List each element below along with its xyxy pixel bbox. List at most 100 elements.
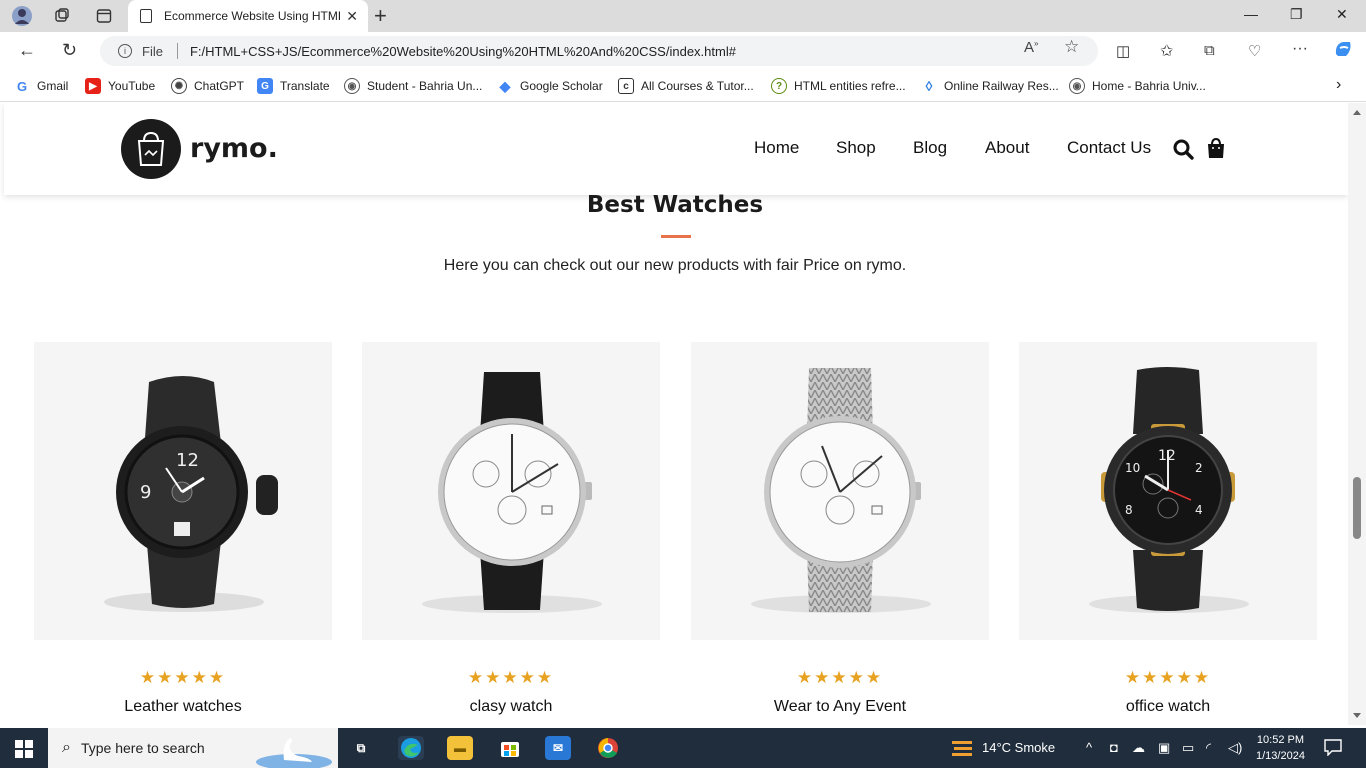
bookmark-label: ChatGPT <box>194 79 245 93</box>
product-card[interactable]: 12 10 2 8 4 ★★★★★ office watch <box>1019 342 1317 716</box>
document-icon <box>140 9 152 23</box>
windows-taskbar: ⌕ Type here to search ⧉ ▬ ✉ 14°C Smoke ^… <box>0 728 1366 768</box>
nav-home[interactable]: Home <box>754 138 799 158</box>
more-bookmarks-chevron-icon[interactable]: › <box>1336 76 1341 94</box>
profile-avatar-icon[interactable] <box>10 4 34 28</box>
windows-start-icon[interactable] <box>15 740 33 763</box>
bookmark-label: Google Scholar <box>520 79 603 93</box>
settings-more-icon[interactable]: ··· <box>1292 40 1308 58</box>
bookmark-gmail[interactable]: G Gmail <box>14 78 68 94</box>
site-logo-text[interactable]: rymo. <box>190 133 278 164</box>
weather-text[interactable]: 14°C Smoke <box>982 740 1055 755</box>
product-name[interactable]: office watch <box>1019 698 1317 716</box>
meet-now-icon[interactable]: ◘ <box>1110 740 1118 755</box>
nav-blog[interactable]: Blog <box>913 138 947 158</box>
product-name[interactable]: clasy watch <box>362 698 660 716</box>
bookmark-student-bahria[interactable]: ◉ Student - Bahria Un... <box>344 78 482 94</box>
product-card[interactable]: 12 9 ★★★★★ Leather watches <box>34 342 332 716</box>
svg-text:9: 9 <box>140 482 151 503</box>
battery-icon[interactable]: ▭ <box>1182 740 1194 756</box>
favorite-star-icon[interactable]: ☆ <box>1064 37 1079 57</box>
section-subtitle: Here you can check out our new products … <box>443 257 907 274</box>
tab-title: Ecommerce Website Using HTML <box>164 9 340 23</box>
bahria-logo-icon: ◉ <box>1069 78 1085 94</box>
translate-icon: G <box>257 78 273 94</box>
scroll-up-arrow-icon[interactable] <box>1353 110 1361 115</box>
browser-essentials-icon[interactable]: ♡ <box>1248 42 1261 60</box>
page-viewport: rymo. Home Shop Blog About Contact Us Be… <box>0 103 1366 725</box>
bookmark-html-entities[interactable]: ? HTML entities refre... <box>771 78 906 94</box>
product-image[interactable]: 12 10 2 8 4 <box>1019 342 1317 640</box>
product-image[interactable] <box>362 342 660 640</box>
bookmark-youtube[interactable]: ▶ YouTube <box>85 78 155 94</box>
chatgpt-icon: ✺ <box>171 78 187 94</box>
split-screen-icon[interactable]: ◫ <box>1116 42 1130 60</box>
search-icon[interactable] <box>1173 139 1195 166</box>
onedrive-icon[interactable]: ☁ <box>1132 740 1145 756</box>
edge-taskbar-icon[interactable] <box>398 736 424 760</box>
active-tab[interactable]: Ecommerce Website Using HTML ✕ <box>128 0 368 32</box>
product-image[interactable] <box>691 342 989 640</box>
bookmark-label: Home - Bahria Univ... <box>1092 79 1206 93</box>
weather-icon[interactable] <box>950 737 974 762</box>
taskbar-clock[interactable]: 10:52 PM 1/13/2024 <box>1256 732 1305 764</box>
collections-icon[interactable]: ⧉ <box>1204 42 1215 59</box>
bookmark-home-bahria[interactable]: ◉ Home - Bahria Univ... <box>1069 78 1206 94</box>
bookmark-all-courses[interactable]: c All Courses & Tutor... <box>618 78 754 94</box>
page-scrollbar[interactable] <box>1348 103 1366 725</box>
notifications-icon[interactable] <box>1324 738 1342 759</box>
product-card[interactable]: ★★★★★ clasy watch <box>362 342 660 716</box>
read-aloud-icon[interactable]: A» <box>1024 39 1038 56</box>
scholar-icon: ◆ <box>499 77 511 94</box>
nav-contact-us[interactable]: Contact Us <box>1067 138 1151 158</box>
product-name[interactable]: Leather watches <box>34 698 332 716</box>
address-separator <box>176 43 178 59</box>
reload-icon[interactable]: ↻ <box>62 40 77 61</box>
nav-shop[interactable]: Shop <box>836 138 876 158</box>
nav-about[interactable]: About <box>985 138 1029 158</box>
back-icon[interactable]: ← <box>18 40 36 61</box>
site-info-icon[interactable]: i <box>118 44 132 58</box>
svg-text:8: 8 <box>1125 503 1133 517</box>
show-hidden-icons-chevron-icon[interactable]: ^ <box>1086 740 1092 755</box>
file-explorer-icon[interactable]: ▬ <box>447 736 473 760</box>
wifi-icon[interactable]: ◜ <box>1206 740 1211 756</box>
address-url[interactable]: F:/HTML+CSS+JS/Ecommerce%20Website%20Usi… <box>190 44 736 59</box>
svg-text:10: 10 <box>1125 461 1140 475</box>
task-view-icon[interactable]: ⧉ <box>348 736 374 760</box>
product-name[interactable]: Wear to Any Event <box>691 698 989 716</box>
microsoft-store-icon[interactable] <box>497 736 523 760</box>
volume-icon[interactable]: ◁) <box>1228 740 1242 756</box>
workspaces-icon[interactable] <box>50 4 74 28</box>
bookmark-online-railway[interactable]: ◊ Online Railway Res... <box>921 78 1059 94</box>
tab-actions-icon[interactable] <box>92 4 116 28</box>
product-card[interactable]: ★★★★★ Wear to Any Event <box>691 342 989 716</box>
help-icon: ? <box>771 78 787 94</box>
new-tab-button[interactable]: + <box>374 3 387 29</box>
browser-tabbar: Ecommerce Website Using HTML ✕ + — ❐ ✕ <box>0 0 1366 32</box>
mail-icon[interactable]: ✉ <box>545 736 571 760</box>
bookmark-chatgpt[interactable]: ✺ ChatGPT <box>171 78 244 94</box>
shopping-bag-icon[interactable] <box>1206 137 1226 164</box>
shield-icon[interactable]: ▣ <box>1158 740 1170 756</box>
address-bar[interactable]: i File F:/HTML+CSS+JS/Ecommerce%20Websit… <box>100 36 1098 66</box>
close-tab-icon[interactable]: ✕ <box>346 8 358 25</box>
bookmark-label: Student - Bahria Un... <box>367 79 483 93</box>
bookmark-translate[interactable]: G Translate <box>257 78 330 94</box>
favorites-icon[interactable]: ✩ <box>1160 41 1173 61</box>
shopping-bag-logo-icon[interactable] <box>121 119 181 179</box>
chrome-icon[interactable] <box>595 736 621 760</box>
scrollbar-thumb[interactable] <box>1353 477 1361 539</box>
taskbar-search-box[interactable]: ⌕ Type here to search <box>48 728 338 768</box>
title-underline <box>661 235 691 238</box>
copilot-icon[interactable] <box>1332 38 1354 65</box>
bookmark-google-scholar[interactable]: ◆ Google Scholar <box>497 78 603 94</box>
restore-icon[interactable]: ❐ <box>1290 6 1303 23</box>
scroll-down-arrow-icon[interactable] <box>1353 713 1361 718</box>
bookmark-label: All Courses & Tutor... <box>641 79 754 93</box>
site-header: rymo. Home Shop Blog About Contact Us <box>4 103 1348 195</box>
close-window-icon[interactable]: ✕ <box>1336 6 1348 23</box>
product-image[interactable]: 12 9 <box>34 342 332 640</box>
minimize-icon[interactable]: — <box>1244 6 1258 22</box>
svg-text:12: 12 <box>1158 448 1176 464</box>
